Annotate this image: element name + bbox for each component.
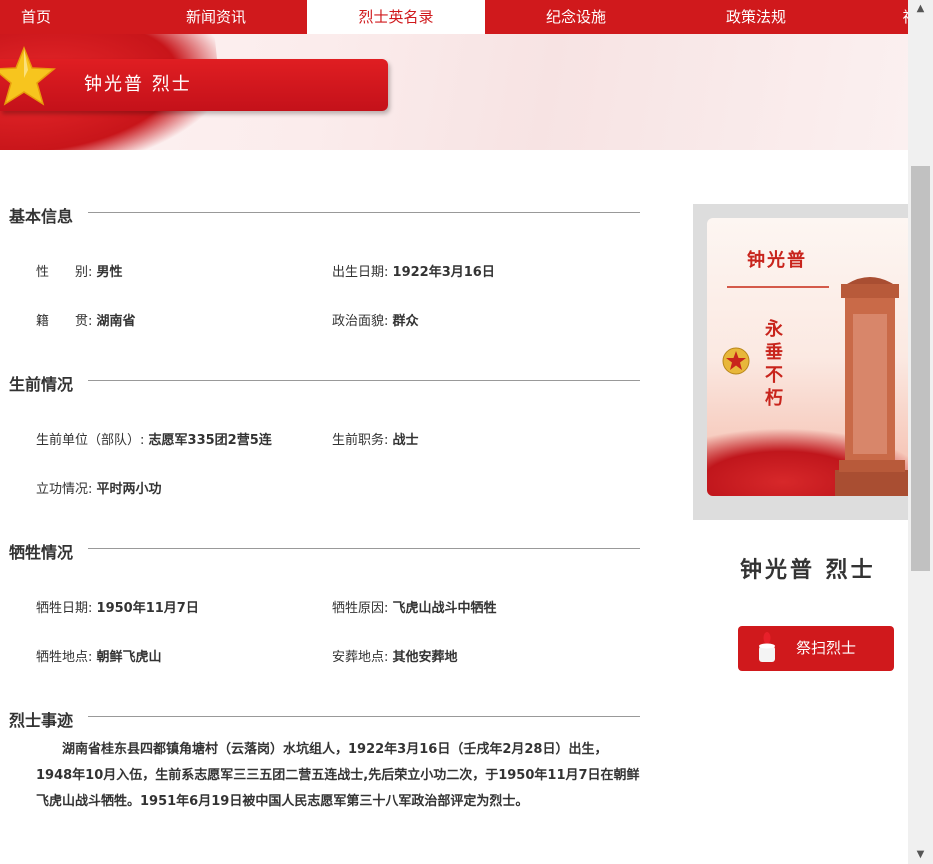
- field-duty: 生前职务: 战士: [332, 429, 419, 448]
- field-value: 湖南省: [96, 314, 136, 329]
- field-value: 志愿军335团2营5连: [148, 433, 272, 448]
- nav-policy[interactable]: 政策法规: [667, 0, 845, 34]
- field-label: 牺牲地点:: [36, 650, 93, 665]
- section-divider: [88, 380, 640, 381]
- field-label: 牺牲日期:: [36, 601, 93, 616]
- section-title-basic: 基本信息: [9, 207, 74, 226]
- martyr-photo: 钟光普 永垂不朽: [707, 218, 908, 496]
- monument-illustration: [835, 277, 908, 496]
- field-birth-date: 出生日期: 1922年3月16日: [332, 261, 495, 280]
- name-ribbon: 钟光普 烈士: [0, 59, 388, 111]
- photo-divider: [727, 286, 829, 288]
- nav-memorial-facilities[interactable]: 纪念设施: [487, 0, 665, 34]
- field-value: 飞虎山战斗中牺牲: [392, 601, 497, 616]
- star-icon: [0, 45, 56, 106]
- field-sacrifice-reason: 牺牲原因: 飞虎山战斗中牺牲: [332, 597, 497, 616]
- section-title-life: 生前情况: [9, 375, 74, 394]
- mourn-button-label: 祭扫烈士: [796, 639, 857, 657]
- candle-icon: [759, 632, 775, 662]
- photo-name: 钟光普: [747, 250, 807, 271]
- field-sacrifice-place: 牺牲地点: 朝鲜飞虎山: [36, 646, 162, 665]
- scroll-thumb[interactable]: [911, 166, 930, 571]
- field-label: 安葬地点:: [332, 650, 389, 665]
- field-label: 立功情况:: [36, 482, 93, 497]
- field-value: 平时两小功: [96, 482, 162, 497]
- army-emblem-icon: [722, 347, 750, 375]
- field-value: 1922年3月16日: [392, 265, 495, 280]
- field-value: 群众: [392, 314, 419, 329]
- scroll-up-arrow-icon[interactable]: ▲: [908, 0, 933, 18]
- vertical-scrollbar[interactable]: ▲ ▼: [908, 0, 933, 864]
- field-label: 性 别:: [36, 265, 93, 280]
- field-value: 其他安葬地: [392, 650, 458, 665]
- nav-home[interactable]: 首页: [0, 0, 72, 34]
- field-label: 生前职务:: [332, 433, 389, 448]
- field-label: 牺牲原因:: [332, 601, 389, 616]
- section-title-sacrifice: 牺牲情况: [9, 543, 74, 562]
- nav-martyr-roll[interactable]: 烈士英名录: [307, 0, 485, 34]
- nav-shrine[interactable]: 祠: [890, 0, 908, 34]
- field-value: 朝鲜飞虎山: [96, 650, 162, 665]
- field-label: 政治面貌:: [332, 314, 389, 329]
- field-sacrifice-date: 牺牲日期: 1950年11月7日: [36, 597, 199, 616]
- field-origin: 籍 贯: 湖南省: [36, 310, 136, 329]
- field-political-status: 政治面貌: 群众: [332, 310, 419, 329]
- field-burial-place: 安葬地点: 其他安葬地: [332, 646, 458, 665]
- field-value: 战士: [392, 433, 419, 448]
- section-divider: [88, 548, 640, 549]
- mourn-button[interactable]: 祭扫烈士: [738, 626, 894, 671]
- field-value: 男性: [96, 265, 123, 280]
- martyr-story-text: 湖南省桂东县四都镇角塘村（云落岗）水坑组人，1922年3月16日（壬戌年2月28…: [36, 742, 640, 809]
- field-label: 籍 贯:: [36, 314, 93, 329]
- banner: 钟光普 烈士: [0, 34, 908, 150]
- banner-title: 钟光普 烈士: [84, 74, 192, 95]
- scroll-down-arrow-icon[interactable]: ▼: [908, 846, 933, 864]
- field-merit: 立功情况: 平时两小功: [36, 478, 162, 497]
- nav-news[interactable]: 新闻资讯: [128, 0, 304, 34]
- field-value: 1950年11月7日: [96, 601, 199, 616]
- field-unit: 生前单位（部队）: 志愿军335团2营5连: [36, 429, 272, 448]
- field-label: 出生日期:: [332, 265, 389, 280]
- field-label: 生前单位（部队）:: [36, 433, 145, 448]
- section-title-story: 烈士事迹: [9, 711, 74, 730]
- section-divider: [88, 716, 640, 717]
- top-nav: 首页 新闻资讯 烈士英名录 纪念设施 政策法规 祠: [0, 0, 908, 34]
- field-gender: 性 别: 男性: [36, 261, 123, 280]
- section-divider: [88, 212, 640, 213]
- hero-name: 钟光普 烈士: [740, 558, 876, 583]
- photo-slogan: 永垂不朽: [765, 319, 783, 409]
